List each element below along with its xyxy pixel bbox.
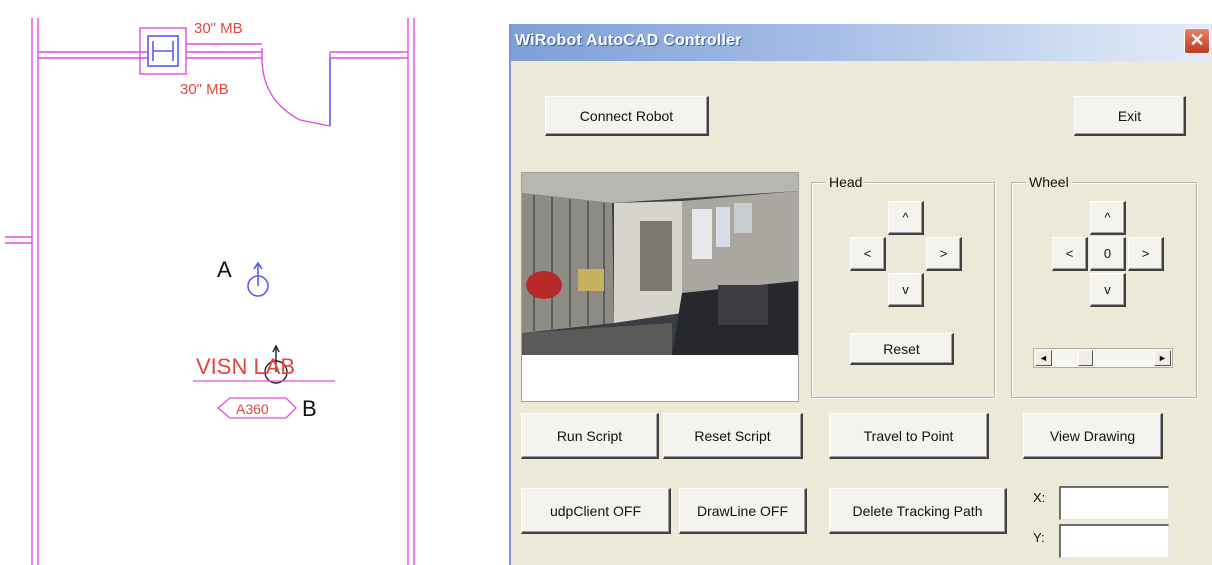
reset-script-button[interactable]: Reset Script bbox=[663, 413, 803, 459]
head-up-button[interactable]: ^ bbox=[888, 201, 924, 235]
travel-to-point-button[interactable]: Travel to Point bbox=[829, 413, 989, 459]
camera-feed bbox=[521, 172, 799, 402]
udp-client-toggle-button[interactable]: udpClient OFF bbox=[521, 488, 671, 534]
scroll-left-arrow-icon[interactable]: ◄ bbox=[1035, 350, 1052, 366]
head-left-button[interactable]: < bbox=[850, 237, 886, 271]
head-down-button[interactable]: v bbox=[888, 273, 924, 307]
close-button[interactable]: ✕ bbox=[1184, 28, 1210, 54]
drawline-toggle-button[interactable]: DrawLine OFF bbox=[679, 488, 807, 534]
room-name-label: VISN LAB bbox=[196, 354, 295, 379]
title-bar[interactable]: WiRobot AutoCAD Controller ✕ bbox=[511, 24, 1212, 61]
scroll-right-arrow-icon[interactable]: ► bbox=[1154, 350, 1171, 366]
x-coordinate-field[interactable] bbox=[1059, 486, 1169, 520]
point-a-label: A bbox=[217, 257, 232, 282]
wheel-right-button[interactable]: > bbox=[1128, 237, 1164, 271]
head-group: Head ^ < > v Reset bbox=[811, 174, 995, 398]
scrollbar-thumb[interactable] bbox=[1078, 350, 1093, 366]
wheel-down-button[interactable]: v bbox=[1090, 273, 1126, 307]
connect-robot-button[interactable]: Connect Robot bbox=[545, 96, 709, 136]
x-coordinate-label: X: bbox=[1033, 490, 1046, 505]
wheel-stop-button[interactable]: 0 bbox=[1090, 237, 1126, 271]
cad-floor-plan: 30" MB 30" MB A VISN LAB A360 B bbox=[5, 18, 415, 565]
wheel-left-button[interactable]: < bbox=[1052, 237, 1088, 271]
view-drawing-button[interactable]: View Drawing bbox=[1023, 413, 1163, 459]
point-b-label: B bbox=[302, 396, 317, 421]
wheel-up-button[interactable]: ^ bbox=[1090, 201, 1126, 235]
camera-image bbox=[522, 173, 798, 355]
wheel-speed-scrollbar[interactable]: ◄ ► bbox=[1033, 348, 1173, 368]
run-script-button[interactable]: Run Script bbox=[521, 413, 659, 459]
head-group-label: Head bbox=[826, 174, 866, 190]
exit-button[interactable]: Exit bbox=[1074, 96, 1186, 136]
window-title: WiRobot AutoCAD Controller bbox=[515, 32, 742, 49]
delete-tracking-path-button[interactable]: Delete Tracking Path bbox=[829, 488, 1007, 534]
wheel-group-label: Wheel bbox=[1026, 174, 1072, 190]
head-right-button[interactable]: > bbox=[926, 237, 962, 271]
y-coordinate-label: Y: bbox=[1033, 530, 1045, 545]
y-coordinate-field[interactable] bbox=[1059, 524, 1169, 558]
mb-label-top: 30" MB bbox=[194, 20, 243, 37]
wirobot-window: WiRobot AutoCAD Controller ✕ Connect Rob… bbox=[509, 24, 1212, 565]
head-reset-button[interactable]: Reset bbox=[850, 333, 954, 365]
room-number-label: A360 bbox=[236, 401, 269, 417]
mb-label-bottom: 30" MB bbox=[180, 81, 229, 98]
close-icon: ✕ bbox=[1189, 30, 1205, 50]
